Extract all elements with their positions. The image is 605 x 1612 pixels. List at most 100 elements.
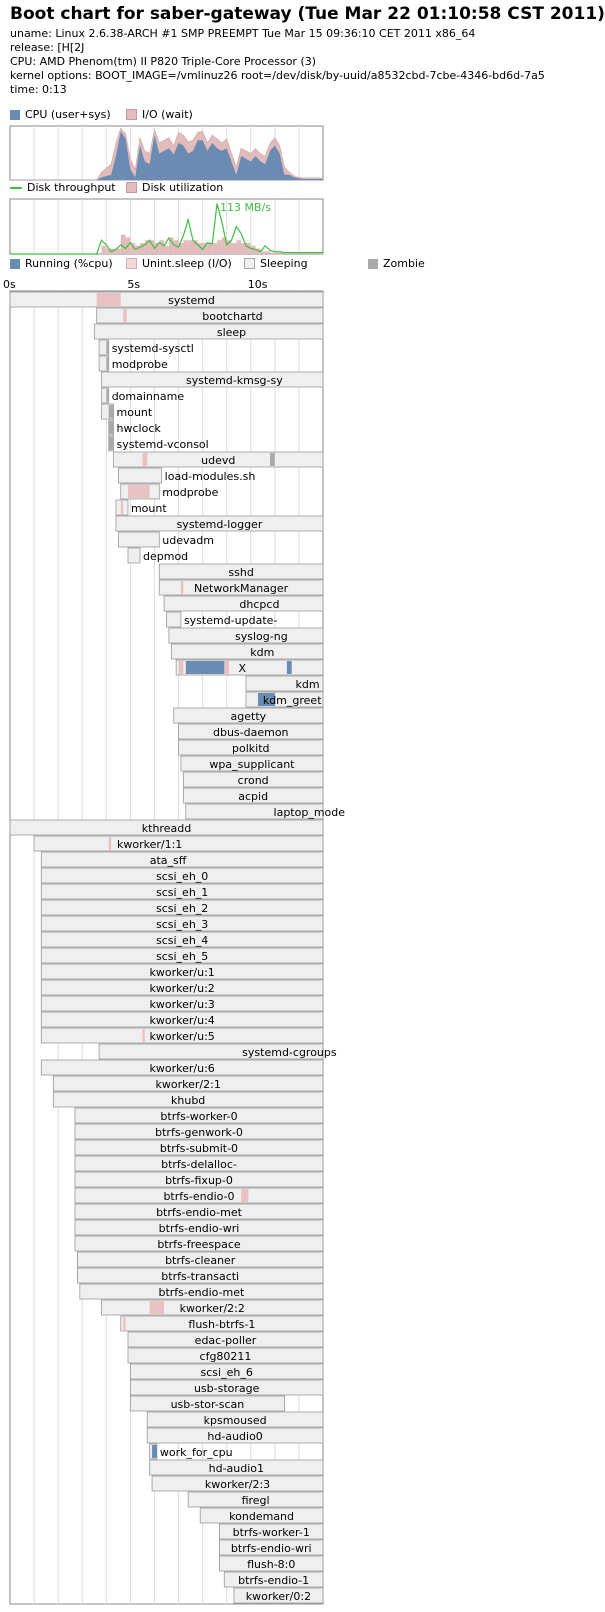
process-name: scsi_eh_4 [156, 934, 208, 947]
unint-sleep-segment [224, 661, 230, 674]
process-row: polkitd [178, 739, 324, 756]
process-row: kdm [170, 643, 324, 660]
process-row: kworker/2:2 [101, 1299, 324, 1316]
process-row: kdm_greet [245, 691, 324, 708]
process-name: scsi_eh_6 [201, 1366, 253, 1379]
process-name: bootchartd [202, 310, 262, 323]
process-row: btrfs-worker-1 [219, 1523, 324, 1540]
process-name: systemd-cgroups [242, 1046, 337, 1059]
process-row: kdm [245, 675, 324, 692]
disk-util-bar [188, 240, 193, 254]
process-row: kworker/1:1 [33, 835, 324, 852]
process-row: btrfs-genwork-0 [74, 1123, 324, 1140]
process-name: laptop_mode [274, 806, 346, 819]
process-row: X [175, 659, 324, 676]
zombie-segment [108, 437, 114, 450]
process-name: systemd-kmsg-sy [186, 374, 283, 387]
process-bar [166, 611, 182, 628]
zombie-segment [106, 357, 109, 370]
process-name: usb-storage [194, 1382, 260, 1395]
disk-util-bar [120, 234, 126, 254]
process-name: systemd-sysctl [112, 342, 194, 355]
process-row: flush-btrfs-1 [120, 1315, 324, 1332]
disk-util-bar [274, 252, 280, 254]
process-name: kworker/u:4 [150, 1014, 215, 1027]
disk-util-bar [207, 243, 213, 254]
process-row: edac-poller [127, 1331, 324, 1348]
process-row: systemd-cgroups [98, 1043, 337, 1060]
process-row: btrfs-endio-wri [74, 1219, 324, 1236]
process-row: systemd-update- [166, 611, 277, 628]
process-row: btrfs-freespace [74, 1235, 324, 1252]
process-row: kworker/u:3 [40, 995, 324, 1012]
bootchart-canvas: 113 MB/s 0s 5s 10s systemd bootchartd sleep sys… [3, 125, 346, 1605]
process-row: scsi_eh_3 [40, 915, 324, 932]
process-name: sleep [217, 326, 246, 339]
process-row: crond [182, 771, 324, 788]
zombie-segment [108, 421, 114, 434]
process-row: scsi_eh_4 [40, 931, 324, 948]
process-row: btrfs-submit-0 [74, 1139, 324, 1156]
unint-sleep-segment [178, 661, 184, 674]
process-row: udevadm [117, 531, 214, 548]
process-row: syslog-ng [168, 627, 324, 644]
process-name: kworker/u:2 [150, 982, 215, 995]
zombie-segment [270, 453, 275, 466]
process-name: hwclock [117, 422, 162, 435]
process-name: dbus-daemon [213, 726, 289, 739]
process-row: systemd-kmsg-sy [101, 371, 324, 388]
process-name: flush-8:0 [247, 1558, 295, 1571]
time-axis-label: 0s [3, 278, 16, 291]
zombie-segment [106, 389, 109, 402]
unint-sleep-segment [108, 837, 112, 850]
process-name: systemd-update- [184, 614, 277, 627]
process-row: kworker/2:1 [52, 1075, 324, 1092]
process-bar [117, 531, 160, 548]
process-row: mount [115, 499, 167, 516]
unint-sleep-segment [127, 485, 150, 498]
disk-util-bar [164, 245, 169, 254]
process-name: btrfs-fixup-0 [165, 1174, 233, 1187]
process-name: edac-poller [195, 1334, 257, 1347]
process-name: mount [117, 406, 153, 419]
unint-sleep-segment [142, 453, 148, 466]
process-name: udevadm [162, 534, 214, 547]
process-name: btrfs-endio-met [156, 1206, 243, 1219]
process-row: load-modules.sh [117, 467, 255, 484]
process-name: hd-audio0 [207, 1430, 262, 1443]
process-name: udevd [201, 454, 235, 467]
process-name: modprobe [112, 358, 168, 371]
process-name: usb-stor-scan [171, 1398, 245, 1411]
process-row: scsi_eh_2 [40, 899, 324, 916]
process-row: btrfs-fixup-0 [74, 1171, 324, 1188]
unint-sleep-segment [241, 1189, 249, 1202]
process-row: modprobe [120, 483, 219, 500]
process-name: kworker/2:3 [205, 1478, 270, 1491]
process-name: crond [238, 774, 269, 787]
process-row: laptop_mode [185, 803, 346, 820]
process-row: systemd [9, 291, 324, 308]
process-name: polkitd [232, 742, 270, 755]
process-name: khubd [171, 1094, 205, 1107]
process-name: depmod [143, 550, 188, 563]
process-row: kworker/u:6 [40, 1059, 324, 1076]
process-row: kworker/2:3 [151, 1475, 324, 1492]
process-name: btrfs-transacti [161, 1270, 239, 1283]
process-row: bootchartd [96, 307, 324, 324]
process-row: wpa_supplicant [180, 755, 324, 772]
process-row: hwclock [108, 419, 162, 436]
process-row: kondemand [199, 1507, 324, 1524]
process-name: btrfs-endio-wri [231, 1542, 312, 1555]
disk-util-bar [217, 240, 222, 254]
process-row: domainname [101, 387, 184, 404]
process-name: btrfs-genwork-0 [155, 1126, 243, 1139]
process-row: btrfs-endio-wri [219, 1539, 324, 1556]
time-axis-label: 10s [248, 278, 268, 291]
process-name: btrfs-endio-wri [159, 1222, 240, 1235]
process-name: kworker/0:2 [246, 1590, 311, 1603]
process-name: kdm_greet [263, 694, 322, 707]
running-segment [152, 1445, 157, 1458]
process-name: hd-audio1 [209, 1462, 264, 1475]
process-name: scsi_eh_3 [156, 918, 208, 931]
process-name: btrfs-delalloc- [161, 1158, 237, 1171]
